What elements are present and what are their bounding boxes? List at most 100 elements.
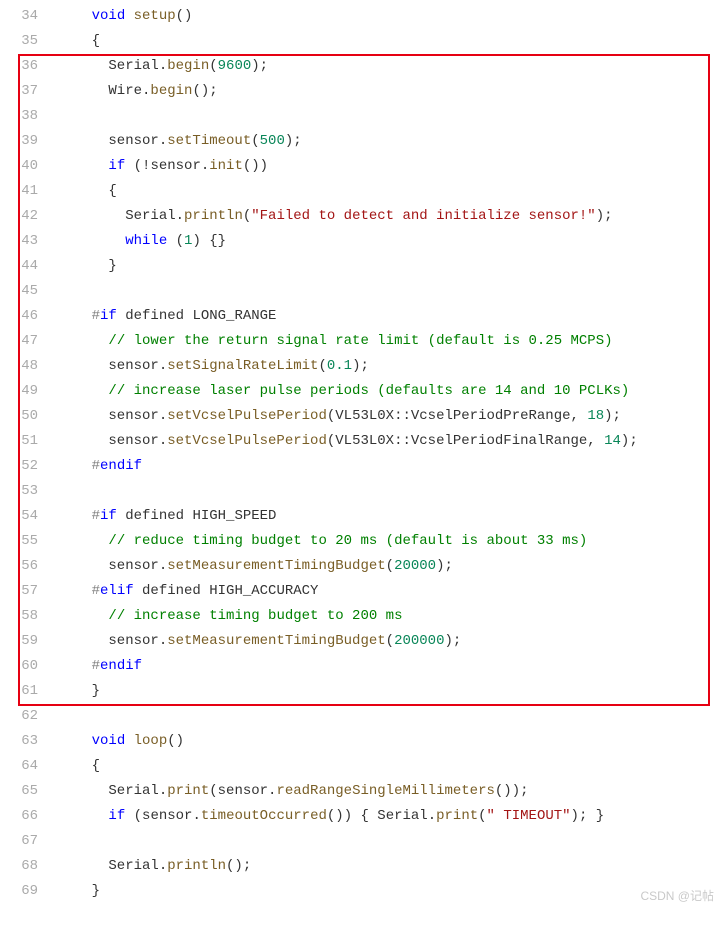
code-content[interactable]: // increase laser pulse periods (default… xyxy=(58,379,722,404)
code-token: (); xyxy=(192,83,217,99)
code-token: 14 xyxy=(604,433,621,449)
code-content[interactable]: #endif xyxy=(58,654,722,679)
code-line[interactable]: 54 #if defined HIGH_SPEED xyxy=(0,504,722,529)
code-content[interactable]: sensor.setVcselPulsePeriod(VL53L0X::Vcse… xyxy=(58,404,722,429)
code-line[interactable]: 52 #endif xyxy=(0,454,722,479)
code-line[interactable]: 67 xyxy=(0,829,722,854)
code-content[interactable]: if (sensor.timeoutOccurred()) { Serial.p… xyxy=(58,804,722,829)
code-token: 500 xyxy=(260,133,285,149)
code-line[interactable]: 50 sensor.setVcselPulsePeriod(VL53L0X::V… xyxy=(0,404,722,429)
code-token xyxy=(125,733,133,749)
code-content[interactable]: sensor.setVcselPulsePeriod(VL53L0X::Vcse… xyxy=(58,429,722,454)
code-editor[interactable]: 34 void setup()35 {36 Serial.begin(9600)… xyxy=(0,4,722,904)
code-line[interactable]: 63 void loop() xyxy=(0,729,722,754)
code-content[interactable]: #if defined LONG_RANGE xyxy=(58,304,722,329)
code-content[interactable]: sensor.setSignalRateLimit(0.1); xyxy=(58,354,722,379)
code-line[interactable]: 69 } xyxy=(0,879,722,904)
code-content[interactable]: #elif defined HIGH_ACCURACY xyxy=(58,579,722,604)
code-token: (sensor. xyxy=(209,783,276,799)
code-token xyxy=(58,383,108,399)
code-content[interactable]: sensor.setMeasurementTimingBudget(20000)… xyxy=(58,554,722,579)
code-line[interactable]: 38 xyxy=(0,104,722,129)
code-line[interactable]: 36 Serial.begin(9600); xyxy=(0,54,722,79)
code-content[interactable]: void setup() xyxy=(58,4,722,29)
code-content[interactable]: while (1) {} xyxy=(58,229,722,254)
code-line[interactable]: 51 sensor.setVcselPulsePeriod(VL53L0X::V… xyxy=(0,429,722,454)
code-token: if xyxy=(108,158,125,174)
code-line[interactable]: 66 if (sensor.timeoutOccurred()) { Seria… xyxy=(0,804,722,829)
code-content[interactable]: if (!sensor.init()) xyxy=(58,154,722,179)
code-content[interactable]: Serial.println("Failed to detect and ini… xyxy=(58,204,722,229)
code-token xyxy=(58,808,108,824)
code-token: ); xyxy=(621,433,638,449)
code-token xyxy=(58,533,108,549)
line-number: 69 xyxy=(0,879,58,904)
code-content[interactable]: void loop() xyxy=(58,729,722,754)
code-content[interactable]: #endif xyxy=(58,454,722,479)
code-line[interactable]: 57 #elif defined HIGH_ACCURACY xyxy=(0,579,722,604)
code-line[interactable]: 56 sensor.setMeasurementTimingBudget(200… xyxy=(0,554,722,579)
code-token xyxy=(58,733,92,749)
code-line[interactable]: 35 { xyxy=(0,29,722,54)
code-line[interactable]: 68 Serial.println(); xyxy=(0,854,722,879)
code-token: { xyxy=(58,183,117,199)
code-line[interactable]: 59 sensor.setMeasurementTimingBudget(200… xyxy=(0,629,722,654)
code-content[interactable]: } xyxy=(58,254,722,279)
code-content[interactable]: { xyxy=(58,29,722,54)
code-line[interactable]: 37 Wire.begin(); xyxy=(0,79,722,104)
code-content[interactable]: Serial.begin(9600); xyxy=(58,54,722,79)
line-number: 56 xyxy=(0,554,58,579)
code-line[interactable]: 53 xyxy=(0,479,722,504)
code-token: defined HIGH_ACCURACY xyxy=(134,583,319,599)
code-line[interactable]: 48 sensor.setSignalRateLimit(0.1); xyxy=(0,354,722,379)
code-content[interactable]: Serial.println(); xyxy=(58,854,722,879)
line-number: 46 xyxy=(0,304,58,329)
code-token: sensor. xyxy=(58,633,167,649)
code-line[interactable]: 55 // reduce timing budget to 20 ms (def… xyxy=(0,529,722,554)
code-token: ( xyxy=(251,133,259,149)
code-line[interactable]: 42 Serial.println("Failed to detect and … xyxy=(0,204,722,229)
code-line[interactable]: 60 #endif xyxy=(0,654,722,679)
code-line[interactable]: 61 } xyxy=(0,679,722,704)
code-token: 0.1 xyxy=(327,358,352,374)
code-content[interactable]: sensor.setMeasurementTimingBudget(200000… xyxy=(58,629,722,654)
code-content[interactable]: { xyxy=(58,754,722,779)
code-token: { xyxy=(58,758,100,774)
code-line[interactable]: 58 // increase timing budget to 200 ms xyxy=(0,604,722,629)
code-line[interactable]: 62 xyxy=(0,704,722,729)
code-token: ); xyxy=(251,58,268,74)
code-token: Serial. xyxy=(58,783,167,799)
line-number: 36 xyxy=(0,54,58,79)
code-token: sensor. xyxy=(58,408,167,424)
code-line[interactable]: 44 } xyxy=(0,254,722,279)
code-line[interactable]: 41 { xyxy=(0,179,722,204)
line-number: 66 xyxy=(0,804,58,829)
code-line[interactable]: 45 xyxy=(0,279,722,304)
code-token: timeoutOccurred xyxy=(201,808,327,824)
code-token: readRangeSingleMillimeters xyxy=(276,783,494,799)
code-token xyxy=(58,333,108,349)
code-content[interactable]: sensor.setTimeout(500); xyxy=(58,129,722,154)
code-token: () xyxy=(167,733,184,749)
code-line[interactable]: 49 // increase laser pulse periods (defa… xyxy=(0,379,722,404)
code-content[interactable]: // reduce timing budget to 20 ms (defaul… xyxy=(58,529,722,554)
code-line[interactable]: 64 { xyxy=(0,754,722,779)
code-token: 200000 xyxy=(394,633,444,649)
code-content[interactable]: // increase timing budget to 200 ms xyxy=(58,604,722,629)
code-content[interactable]: { xyxy=(58,179,722,204)
code-line[interactable]: 40 if (!sensor.init()) xyxy=(0,154,722,179)
code-content[interactable]: Wire.begin(); xyxy=(58,79,722,104)
code-token: print xyxy=(167,783,209,799)
code-line[interactable]: 47 // lower the return signal rate limit… xyxy=(0,329,722,354)
code-line[interactable]: 43 while (1) {} xyxy=(0,229,722,254)
code-line[interactable]: 39 sensor.setTimeout(500); xyxy=(0,129,722,154)
code-content[interactable]: } xyxy=(58,879,722,904)
code-content[interactable]: Serial.print(sensor.readRangeSingleMilli… xyxy=(58,779,722,804)
code-line[interactable]: 65 Serial.print(sensor.readRangeSingleMi… xyxy=(0,779,722,804)
line-number: 43 xyxy=(0,229,58,254)
code-line[interactable]: 46 #if defined LONG_RANGE xyxy=(0,304,722,329)
code-content[interactable]: // lower the return signal rate limit (d… xyxy=(58,329,722,354)
code-line[interactable]: 34 void setup() xyxy=(0,4,722,29)
code-content[interactable]: #if defined HIGH_SPEED xyxy=(58,504,722,529)
code-content[interactable]: } xyxy=(58,679,722,704)
